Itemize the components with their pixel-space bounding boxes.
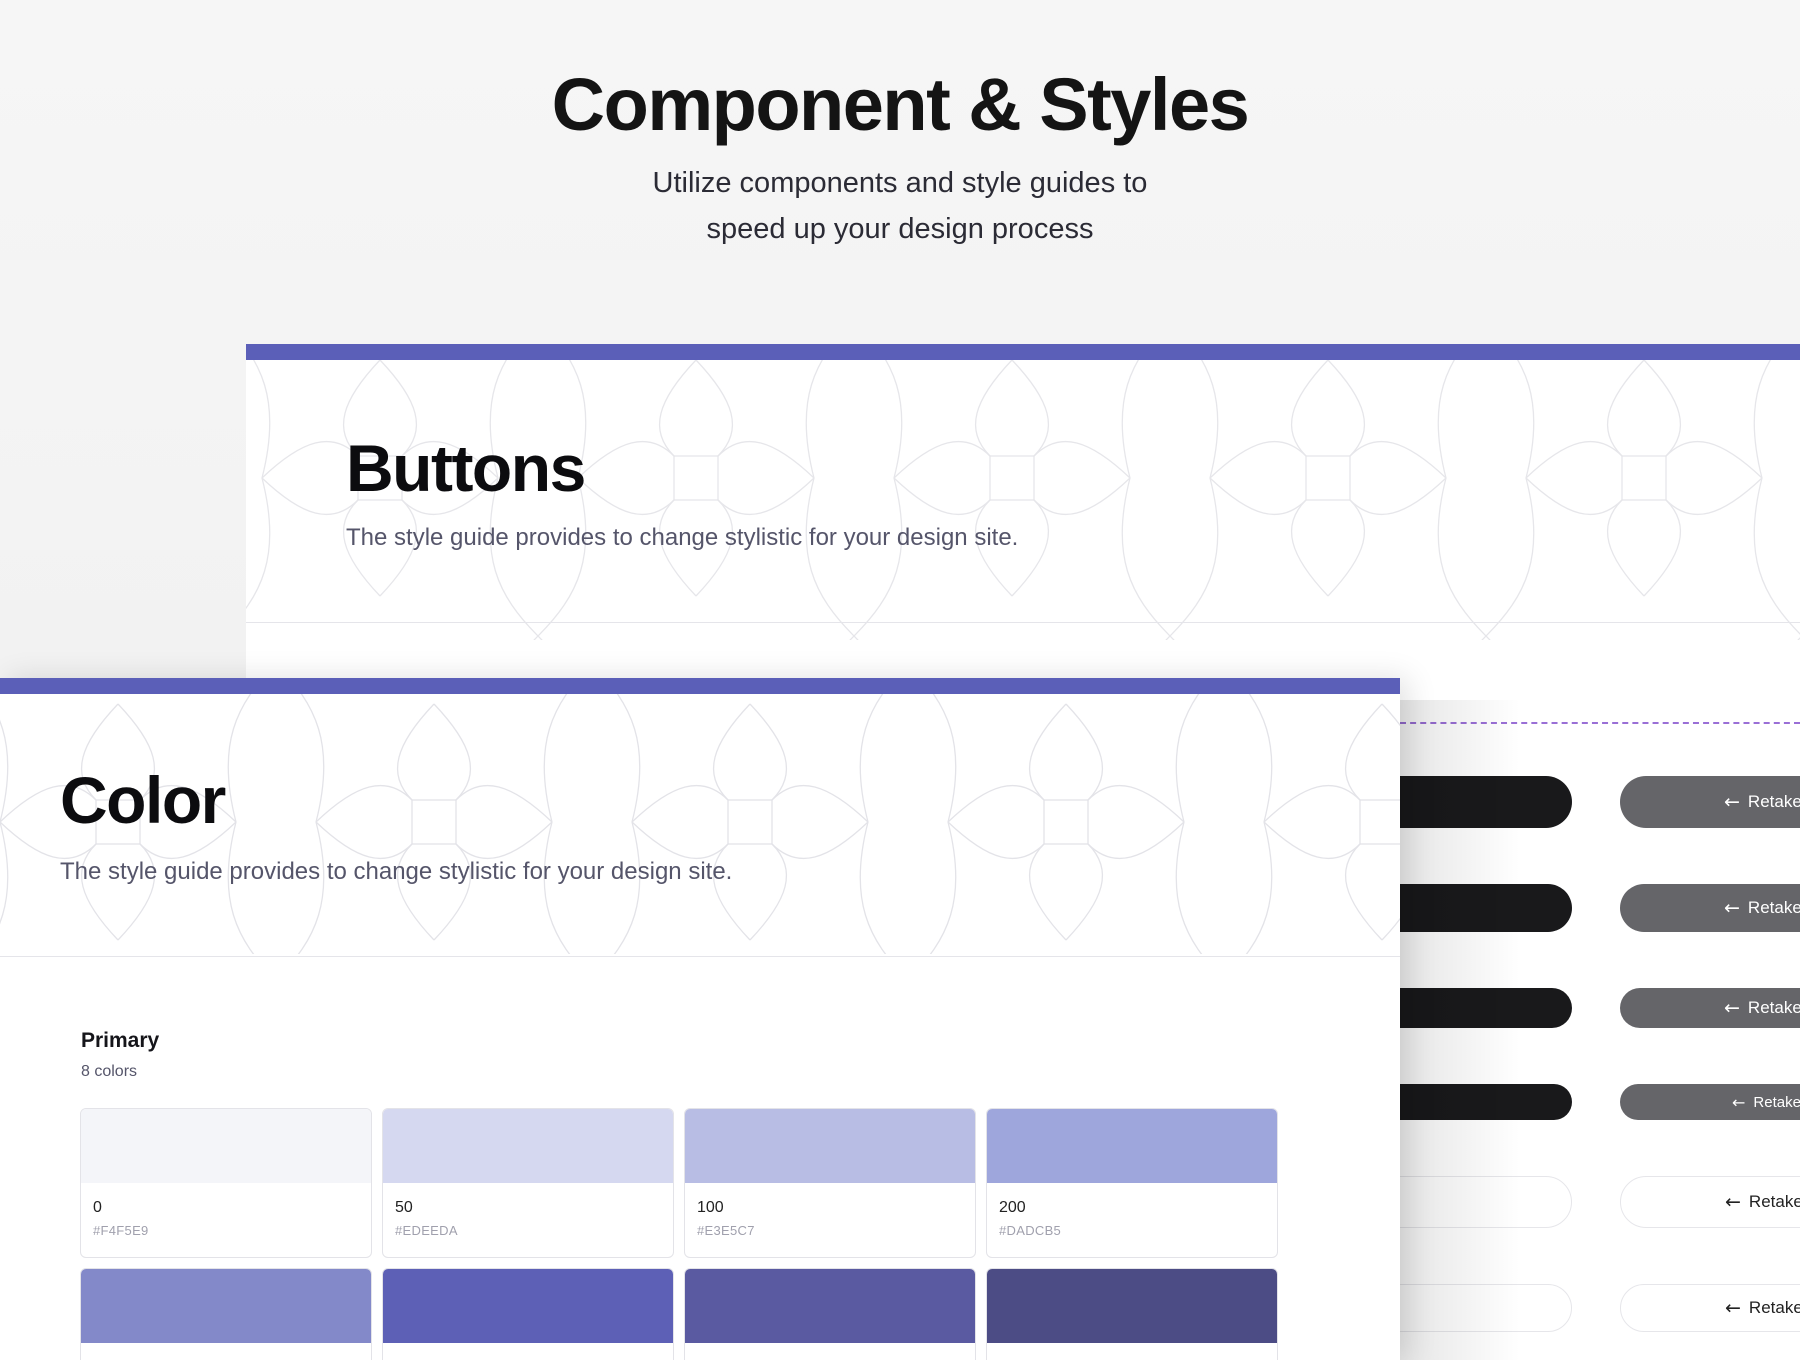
swatch-grid: 0 #F4F5E9 50 #EDEEDA 100 #E3E5C7 200 #DADCB5 — [80, 1108, 1282, 1360]
subtitle-line-1: Utilize components and style guides to — [652, 167, 1148, 199]
swatch-chip — [383, 1109, 673, 1183]
arrow-left-icon: ← — [1724, 897, 1740, 919]
retake-label: Retake — [1748, 1192, 1800, 1211]
color-section-header: Color The style guide provides to change… — [60, 762, 732, 886]
color-description: The style guide provides to change styli… — [60, 858, 733, 885]
retake-label: Retake — [1747, 898, 1800, 917]
color-accent-bar — [0, 678, 1400, 694]
retake-button-large[interactable]: ← Retake — [1620, 776, 1800, 828]
swatch-chip — [81, 1269, 371, 1343]
swatch-chip — [685, 1269, 975, 1343]
retake-outline-button[interactable]: ← Retake — [1620, 1176, 1800, 1228]
retake-label: Retake — [1748, 1298, 1800, 1317]
retake-button-small[interactable]: ← Retake — [1620, 988, 1800, 1028]
swatch-name: 200 — [999, 1199, 1026, 1216]
buttons-accent-bar — [246, 344, 1800, 360]
buttons-title: Buttons — [346, 431, 586, 505]
swatch-chip — [81, 1109, 371, 1183]
color-swatch[interactable]: 200 #DADCB5 — [986, 1108, 1278, 1258]
swatch-name: 0 — [93, 1199, 102, 1216]
color-swatch[interactable] — [382, 1268, 674, 1360]
arrow-left-icon: ← — [1724, 791, 1740, 813]
buttons-section-header: Buttons The style guide provides to chan… — [346, 430, 1018, 552]
buttons-description: The style guide provides to change styli… — [346, 524, 1019, 551]
color-swatch[interactable]: 50 #EDEEDA — [382, 1108, 674, 1258]
retake-label: Retake — [1753, 1093, 1800, 1111]
buttons-divider — [246, 622, 1800, 623]
subtitle-line-2: speed up your design process — [706, 213, 1094, 245]
color-swatch[interactable]: 0 #F4F5E9 — [80, 1108, 372, 1258]
color-divider — [0, 956, 1400, 957]
retake-outline-button-2[interactable]: ← Retake — [1620, 1284, 1800, 1332]
swatch-hex: #DADCB5 — [999, 1223, 1062, 1238]
swatch-chip — [685, 1109, 975, 1183]
color-panel: Color The style guide provides to change… — [0, 678, 1400, 1360]
swatch-name: 100 — [697, 1199, 724, 1216]
swatch-chip — [383, 1269, 673, 1343]
retake-button-medium[interactable]: ← Retake — [1620, 884, 1800, 932]
color-swatch[interactable] — [80, 1268, 372, 1360]
color-title: Color — [60, 763, 226, 837]
arrow-left-icon: ← — [1724, 997, 1740, 1019]
retake-button-xsmall[interactable]: ← Retake — [1620, 1084, 1800, 1120]
swatch-hex: #F4F5E9 — [93, 1223, 149, 1238]
color-group-count: 8 colors — [81, 1063, 138, 1080]
color-group-title: Primary — [81, 1029, 160, 1052]
page-title: Component & Styles — [551, 63, 1250, 146]
guide-dashed-line — [1400, 722, 1800, 724]
page-subtitle: Utilize components and style guides to s… — [0, 160, 1800, 252]
retake-label: Retake — [1747, 792, 1800, 811]
arrow-left-icon: ← — [1725, 1191, 1741, 1213]
swatch-chip — [987, 1269, 1277, 1343]
arrow-left-icon: ← — [1725, 1297, 1741, 1319]
color-swatch[interactable] — [986, 1268, 1278, 1360]
color-swatch[interactable]: 100 #E3E5C7 — [684, 1108, 976, 1258]
swatch-name: 50 — [395, 1199, 413, 1216]
color-swatch[interactable] — [684, 1268, 976, 1360]
swatch-chip — [987, 1109, 1277, 1183]
swatch-hex: #E3E5C7 — [697, 1223, 755, 1238]
swatch-hex: #EDEEDA — [395, 1223, 458, 1238]
arrow-left-icon: ← — [1732, 1092, 1746, 1112]
retake-label: Retake — [1747, 998, 1800, 1017]
